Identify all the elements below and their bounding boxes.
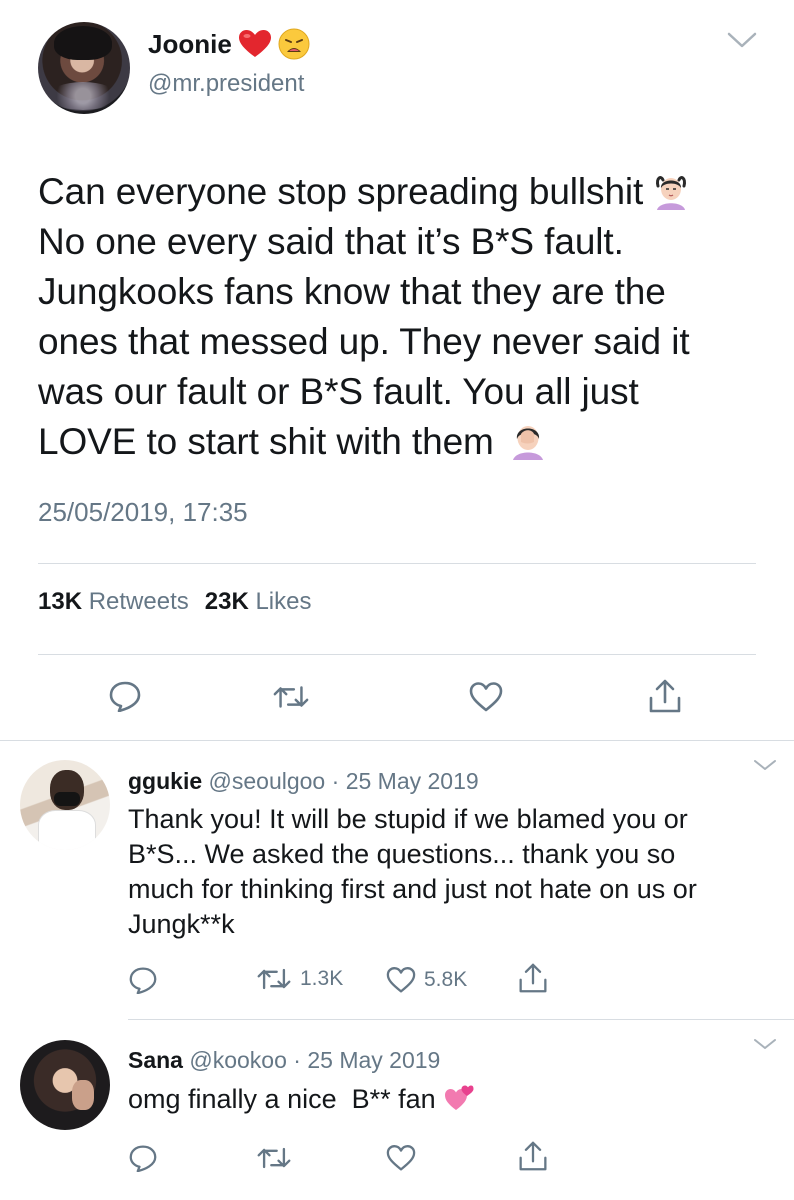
reply-text-line: B*S... We asked the questions... thank y… bbox=[128, 839, 676, 869]
share-icon bbox=[649, 679, 681, 713]
reply-display-name[interactable]: ggukie bbox=[128, 768, 202, 794]
heart-icon bbox=[386, 1145, 416, 1171]
reply-icon bbox=[109, 681, 141, 712]
retweet-button[interactable] bbox=[256, 1145, 292, 1171]
like-button[interactable]: 5.8K bbox=[386, 966, 467, 994]
tweet-timestamp[interactable]: 25/05/2019, 17:35 bbox=[38, 497, 248, 528]
like-count: 5.8K bbox=[424, 968, 468, 991]
tweet-text-line: LOVE to start shit with them bbox=[38, 417, 778, 467]
retweets-stat[interactable]: 13K Retweets bbox=[38, 588, 189, 616]
retweet-icon bbox=[273, 686, 309, 708]
revolving-hearts-icon bbox=[444, 1084, 474, 1112]
reply-handle[interactable]: @kookoo bbox=[189, 1047, 287, 1073]
retweet-button[interactable] bbox=[272, 683, 310, 711]
main-tweet-header: Joonie @mr.president bbox=[38, 22, 794, 122]
retweet-icon bbox=[257, 968, 291, 990]
author-display-name[interactable]: Joonie bbox=[148, 29, 232, 60]
reply-text-line: Jungk**k bbox=[128, 909, 235, 939]
face-palm-icon bbox=[508, 420, 548, 460]
divider bbox=[38, 654, 756, 655]
tweet-text-line: ones that messed up. They never said it bbox=[38, 321, 690, 362]
reply-button[interactable] bbox=[128, 1144, 158, 1172]
reply-author-avatar[interactable] bbox=[20, 760, 110, 850]
reply-text-line: Thank you! It will be stupid if we blame… bbox=[128, 804, 688, 834]
share-icon bbox=[519, 1141, 547, 1171]
retweet-icon bbox=[257, 1147, 291, 1169]
divider bbox=[38, 563, 756, 564]
reply-icon bbox=[129, 967, 157, 994]
like-button[interactable] bbox=[386, 1144, 416, 1172]
engagement-stats: 13K Retweets 23K Likes bbox=[38, 588, 311, 616]
tweet-text-line: Jungkooks fans know that they are the bbox=[38, 271, 666, 312]
weary-face-icon bbox=[278, 28, 310, 60]
author-handle[interactable]: @mr.president bbox=[148, 70, 304, 98]
red-heart-icon bbox=[238, 29, 272, 59]
reply-header: ggukie @seoulgoo · 25 May 2019 bbox=[128, 768, 479, 794]
reply-icon bbox=[129, 1145, 157, 1172]
reply-author-avatar[interactable] bbox=[20, 1040, 110, 1130]
woman-gesturing-ok-icon bbox=[651, 170, 691, 210]
reply-text: omg finally a nice B** fan bbox=[128, 1082, 474, 1117]
heart-icon bbox=[469, 682, 503, 712]
retweet-count: 1.3K bbox=[300, 967, 344, 990]
reply-display-name[interactable]: Sana bbox=[128, 1047, 183, 1073]
tweet-text-line: Can everyone stop spreading bullshit bbox=[38, 167, 778, 217]
reply-button[interactable] bbox=[108, 680, 142, 712]
reply-text: Thank you! It will be stupid if we blame… bbox=[128, 802, 697, 942]
reply-date[interactable]: 25 May 2019 bbox=[307, 1047, 440, 1073]
retweet-button[interactable]: 1.3K bbox=[256, 966, 343, 992]
share-button[interactable] bbox=[518, 1140, 548, 1172]
chevron-down-icon[interactable] bbox=[726, 30, 758, 50]
share-icon bbox=[519, 963, 547, 993]
tweet-text: Can everyone stop spreading bullshit No … bbox=[38, 167, 778, 467]
tweet-text-line: No one every said that it’s B*S fault. bbox=[38, 221, 624, 262]
like-button[interactable] bbox=[469, 681, 503, 713]
reply-handle[interactable]: @seoulgoo bbox=[209, 768, 326, 794]
section-divider bbox=[0, 740, 794, 741]
reply-text-line: omg finally a nice B** fan bbox=[128, 1082, 474, 1117]
author-avatar[interactable] bbox=[38, 22, 130, 114]
likes-stat[interactable]: 23K Likes bbox=[205, 588, 312, 616]
reply-date[interactable]: 25 May 2019 bbox=[346, 768, 479, 794]
reply-button[interactable] bbox=[128, 966, 158, 994]
tweet-text-line: was our fault or B*S fault. You all just bbox=[38, 371, 639, 412]
section-divider bbox=[128, 1019, 794, 1020]
heart-icon bbox=[386, 967, 416, 993]
share-button[interactable] bbox=[518, 962, 548, 994]
author-name-row: Joonie bbox=[148, 28, 310, 60]
chevron-down-icon[interactable] bbox=[752, 758, 778, 772]
chevron-down-icon[interactable] bbox=[752, 1037, 778, 1051]
share-button[interactable] bbox=[648, 678, 682, 714]
reply-text-line: much for thinking first and just not hat… bbox=[128, 874, 697, 904]
reply-header: Sana @kookoo · 25 May 2019 bbox=[128, 1047, 441, 1073]
